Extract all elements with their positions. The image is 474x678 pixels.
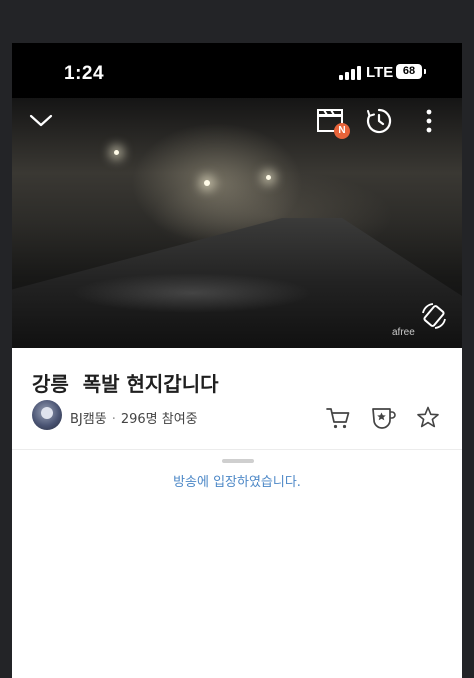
section-divider	[12, 449, 462, 450]
street-lamp	[204, 180, 210, 186]
street-lamp	[114, 150, 119, 155]
battery-icon: 68	[396, 64, 426, 79]
phone-screen: 1:24 LTE 68 N afree 강릉 폭발 현지갑니다 BJ캠뚱 · 2…	[12, 43, 462, 678]
chevron-down-icon[interactable]	[28, 110, 54, 130]
streamer-name[interactable]: BJ캠뚱	[70, 412, 107, 427]
viewer-count: 296명 참여중	[120, 412, 198, 427]
vertical-dots-icon[interactable]	[422, 108, 436, 134]
clock-icon[interactable]	[365, 107, 393, 135]
chat-drag-handle[interactable]	[222, 459, 254, 463]
meta-separator: ·	[111, 412, 116, 427]
rotate-screen-icon[interactable]	[419, 301, 449, 331]
broadcast-meta: BJ캠뚱 · 296명 참여중	[70, 408, 198, 427]
status-bar: 1:24 LTE 68	[12, 43, 462, 98]
status-time: 1:24	[64, 63, 105, 84]
broadcast-title: 강릉 폭발 현지갑니다	[32, 372, 219, 396]
video-player[interactable]: N afree	[12, 98, 462, 348]
clip-badge: N	[334, 123, 350, 139]
avatar[interactable]	[32, 400, 62, 430]
star-icon[interactable]	[415, 405, 441, 435]
cart-icon[interactable]	[325, 405, 351, 435]
star-badge-icon[interactable]	[370, 405, 396, 435]
network-type: LTE	[366, 64, 394, 81]
signal-icon	[339, 66, 361, 80]
chat-system-message: 방송에 입장하였습니다.	[173, 475, 301, 490]
street-lamp	[266, 175, 271, 180]
watermark-text: afree	[392, 327, 415, 338]
video-reflection	[72, 273, 312, 313]
